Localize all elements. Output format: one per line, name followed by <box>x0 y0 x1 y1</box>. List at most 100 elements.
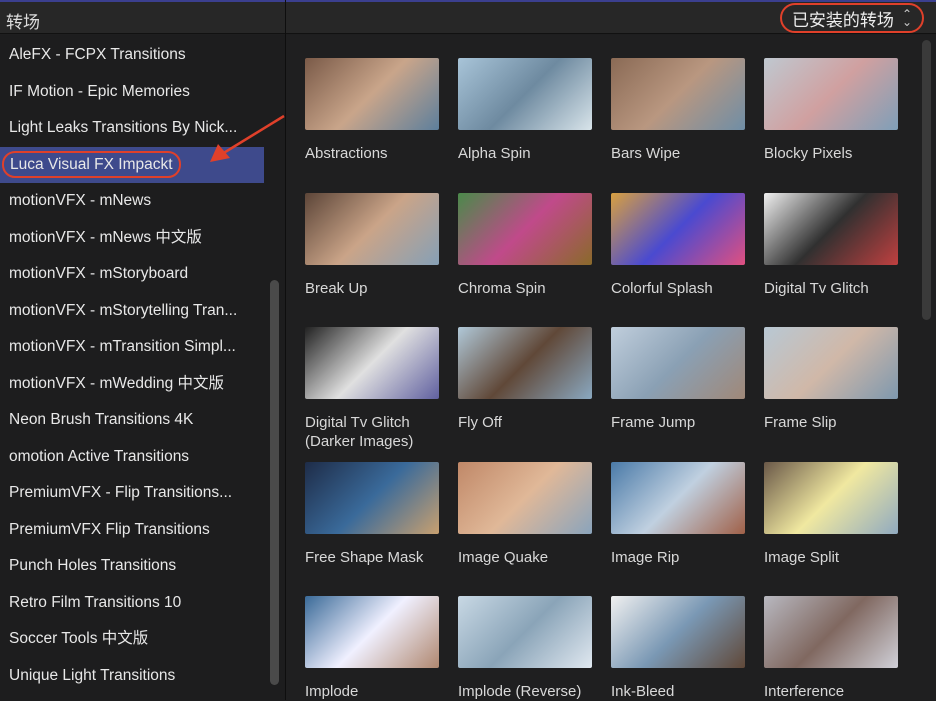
installed-transitions-dropdown[interactable]: 已安装的转场 ⌃ ⌄ <box>779 3 924 33</box>
transition-thumbnail[interactable] <box>458 461 592 534</box>
transition-thumbnail[interactable] <box>458 327 592 399</box>
transition-item[interactable]: Digital Tv Glitch (Darker Images) <box>305 327 439 451</box>
sidebar-item-label: motionVFX - mNews 中文版 <box>9 228 202 246</box>
transition-name: Digital Tv Glitch <box>764 279 869 297</box>
sidebar-item-label: motionVFX - mNews <box>9 192 152 209</box>
sidebar-item[interactable]: Soccer Tools 中文版 <box>0 621 264 657</box>
transition-thumbnail[interactable] <box>611 58 745 130</box>
transitions-grid: Abstractions Alpha Spin Bars Wipe Blocky Pi… <box>286 35 936 700</box>
transition-item[interactable]: Free Shape Mask <box>305 461 439 567</box>
transition-thumbnail[interactable] <box>458 58 592 130</box>
sidebar-item-label: motionVFX - mStorytelling Tran... <box>9 301 238 319</box>
sidebar-item[interactable]: IF Motion - Epic Memories <box>0 74 264 110</box>
transition-thumbnail[interactable] <box>305 327 439 399</box>
transition-name: Colorful Splash <box>611 279 713 297</box>
transition-name: Abstractions <box>305 145 388 162</box>
sidebar-item[interactable]: Retro Film Transitions 10 <box>0 585 264 621</box>
transition-item[interactable]: Digital Tv Glitch <box>764 192 898 298</box>
transition-thumbnail[interactable] <box>611 192 745 265</box>
transition-item[interactable]: Frame Slip <box>764 327 898 432</box>
sidebar-item-label: Luca Visual FX Impackt <box>2 150 181 178</box>
sidebar-item-label: PremiumVFX - Flip Transitions... <box>9 484 233 501</box>
sidebar-item-label: IF Motion - Epic Memories <box>9 82 190 100</box>
transition-thumbnail[interactable] <box>764 58 898 130</box>
sidebar-item-label: motionVFX - mTransition Simpl... <box>9 338 236 355</box>
transition-thumbnail[interactable] <box>305 596 439 668</box>
annotation-arrow-icon <box>210 114 285 162</box>
transition-name: Interference <box>764 683 845 700</box>
transition-thumbnail[interactable] <box>305 58 439 130</box>
transition-name: Implode <box>305 683 359 700</box>
sidebar-item-label: omotion Active Transitions <box>9 447 190 465</box>
transition-name: Frame Slip <box>764 414 837 431</box>
sidebar-item[interactable]: Punch Holes Transitions <box>0 548 264 584</box>
transition-thumbnail[interactable] <box>764 596 898 668</box>
sidebar-item-label: Soccer Tools 中文版 <box>9 630 149 647</box>
transition-item[interactable]: Interference <box>764 596 898 701</box>
transition-item[interactable]: Image Rip <box>611 461 745 567</box>
transition-item[interactable]: Ink-Bleed <box>611 596 745 701</box>
transition-item[interactable]: Bars Wipe <box>611 58 745 163</box>
sidebar-item[interactable]: PremiumVFX Flip Transitions <box>0 512 264 548</box>
transition-thumbnail[interactable] <box>764 461 898 534</box>
transition-name: Image Split <box>764 548 840 566</box>
transition-name: Alpha Spin <box>458 145 531 162</box>
transition-item[interactable]: Alpha Spin <box>458 58 592 163</box>
transition-name: Chroma Spin <box>458 279 546 297</box>
transition-item[interactable]: Break Up <box>305 192 439 298</box>
transition-name: Image Rip <box>611 548 680 566</box>
transition-item[interactable]: Implode (Reverse) <box>458 596 592 701</box>
sidebar-item-label: Neon Brush Transitions 4K <box>9 411 194 428</box>
sidebar-item-label: Retro Film Transitions 10 <box>9 593 182 611</box>
transition-item[interactable]: Abstractions <box>305 58 439 163</box>
transition-item[interactable]: Image Split <box>764 461 898 567</box>
transition-thumbnail[interactable] <box>764 192 898 265</box>
sidebar-item[interactable]: Unique Light Transitions <box>0 658 264 694</box>
sidebar-item-label: motionVFX - mStoryboard <box>9 265 189 282</box>
sidebar-item[interactable]: Neon Brush Transitions 4K <box>0 402 264 438</box>
transition-name: Frame Jump <box>611 414 696 431</box>
transition-thumbnail[interactable] <box>611 461 745 534</box>
sidebar-item[interactable]: PremiumVFX - Flip Transitions... <box>0 475 264 511</box>
transition-thumbnail[interactable] <box>611 327 745 399</box>
transition-thumbnail[interactable] <box>458 192 592 265</box>
sidebar-item-label: Unique Light Transitions <box>9 666 176 684</box>
transition-name: Ink-Bleed <box>611 683 675 700</box>
transition-name: Bars Wipe <box>611 145 681 162</box>
sidebar-scrollbar[interactable] <box>270 280 279 685</box>
sidebar-item[interactable]: motionVFX - mTransition Simpl... <box>0 329 264 365</box>
transition-item[interactable]: Colorful Splash <box>611 192 745 298</box>
transition-item[interactable]: Blocky Pixels <box>764 58 898 163</box>
transition-item[interactable]: Image Quake <box>458 461 592 567</box>
sidebar-item[interactable]: motionVFX - mWedding 中文版 <box>0 366 264 402</box>
sidebar-item[interactable]: motionVFX - mNews <box>0 183 264 219</box>
transition-name: Implode (Reverse) <box>458 683 582 700</box>
transition-thumbnail[interactable] <box>764 327 898 399</box>
transition-thumbnail[interactable] <box>611 596 745 668</box>
sidebar-item[interactable]: motionVFX - mStorytelling Tran... <box>0 293 264 329</box>
transition-thumbnail[interactable] <box>458 596 592 668</box>
panel-title: 转场 <box>6 13 40 32</box>
transition-name: Image Quake <box>458 548 549 566</box>
sidebar-item[interactable]: motionVFX - mStoryboard <box>0 256 264 292</box>
dropdown-label: 已安装的转场 <box>791 10 894 30</box>
sidebar-item[interactable]: AleFX - FCPX Transitions <box>0 37 264 73</box>
transition-thumbnail[interactable] <box>305 461 439 534</box>
transition-item[interactable]: Implode <box>305 596 439 701</box>
sidebar-item[interactable]: motionVFX - mNews 中文版 <box>0 220 264 256</box>
sidebar-item-label: Punch Holes Transitions <box>9 557 177 574</box>
transition-name: Fly Off <box>458 414 502 431</box>
transition-name: Free Shape Mask <box>305 548 424 566</box>
sidebar-item-label: PremiumVFX Flip Transitions <box>9 520 210 538</box>
transition-thumbnail[interactable] <box>305 192 439 265</box>
transition-item[interactable]: Fly Off <box>458 327 592 432</box>
transition-name: Break Up <box>305 279 368 297</box>
transition-item[interactable]: Chroma Spin <box>458 192 592 298</box>
grid-scrollbar[interactable] <box>922 40 931 320</box>
transition-name: Blocky Pixels <box>764 145 853 162</box>
sidebar-item-label: motionVFX - mWedding 中文版 <box>9 374 225 392</box>
panel-divider <box>285 0 286 700</box>
chevron-updown-icon: ⌃ ⌄ <box>901 7 912 29</box>
sidebar-item[interactable]: omotion Active Transitions <box>0 439 264 475</box>
transition-item[interactable]: Frame Jump <box>611 327 745 432</box>
